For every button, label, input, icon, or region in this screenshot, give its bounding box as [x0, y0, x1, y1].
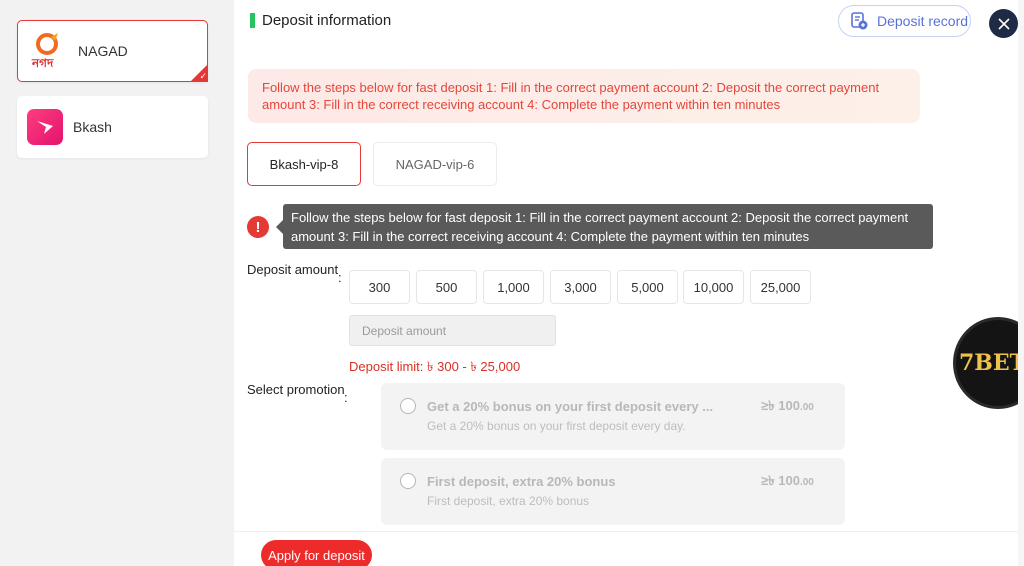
promotion-min-decimal: .00 [799, 477, 814, 488]
promotion-min-decimal: .00 [799, 402, 814, 413]
deposit-amount-input[interactable] [349, 315, 556, 346]
amount-option-1000[interactable]: 1,000 [483, 270, 544, 304]
select-promotion-label: Select promotion [247, 382, 345, 397]
bkash-logo-icon [27, 109, 63, 145]
channel-nagad-vip-6[interactable]: NAGAD-vip-6 [373, 142, 497, 186]
amount-option-500[interactable]: 500 [416, 270, 477, 304]
promotion-subtitle: First deposit, extra 20% bonus [427, 494, 590, 508]
promotion-option[interactable]: Get a 20% bonus on your first deposit ev… [381, 383, 845, 450]
channel-bkash-vip-8[interactable]: Bkash-vip-8 [247, 142, 361, 186]
payment-method-nagad[interactable]: নগদ NAGAD ✓ [17, 20, 208, 82]
payment-method-label: NAGAD [78, 43, 128, 59]
footer-divider [234, 531, 1024, 532]
title-indicator [250, 13, 255, 28]
promotion-option[interactable]: First deposit, extra 20% bonus First dep… [381, 458, 845, 525]
deposit-record-button[interactable]: Deposit record [838, 5, 971, 37]
nagad-logo-icon: নগদ [30, 31, 68, 71]
promotion-radio[interactable] [400, 473, 416, 489]
deposit-panel: Deposit information Deposit record Follo… [234, 0, 1024, 566]
amount-option-10000[interactable]: 10,000 [683, 270, 744, 304]
payment-method-panel: নগদ NAGAD ✓ Bkash [0, 0, 234, 566]
svg-text:নগদ: নগদ [31, 56, 54, 70]
payment-method-bkash[interactable]: Bkash [17, 96, 208, 158]
deposit-limit: Deposit limit: ৳ 300 - ৳ 25,000 [349, 359, 521, 374]
promotion-min-prefix: ≥৳ [761, 473, 775, 488]
promotion-title: First deposit, extra 20% bonus [427, 474, 616, 489]
warning-icon[interactable]: ! [247, 216, 269, 238]
promotion-subtitle: Get a 20% bonus on your first deposit ev… [427, 419, 686, 433]
promotion-min-prefix: ≥৳ [761, 398, 775, 413]
promotion-min-value: 100 [778, 398, 800, 413]
promotion-minimum: ≥৳ 100.00 [761, 397, 814, 418]
amount-option-25000[interactable]: 25,000 [750, 270, 811, 304]
deposit-amount-colon: : [338, 270, 342, 285]
select-promotion-colon: : [344, 390, 348, 405]
close-button[interactable] [989, 9, 1018, 38]
promotion-minimum: ≥৳ 100.00 [761, 472, 814, 493]
promotion-title: Get a 20% bonus on your first deposit ev… [427, 399, 714, 414]
deposit-amount-label: Deposit amount [247, 262, 339, 277]
selected-check-icon: ✓ [190, 64, 208, 82]
promotion-radio[interactable] [400, 398, 416, 414]
brand-logo-text: 7BETB [959, 350, 1024, 376]
payment-method-label: Bkash [73, 119, 112, 135]
promotion-min-value: 100 [778, 473, 800, 488]
amount-option-300[interactable]: 300 [349, 270, 410, 304]
close-icon [997, 17, 1010, 30]
amount-option-3000[interactable]: 3,000 [550, 270, 611, 304]
deposit-record-label: Deposit record [877, 13, 969, 29]
scrollbar[interactable] [1018, 0, 1024, 566]
deposit-tooltip: Follow the steps below for fast deposit … [276, 204, 933, 249]
deposit-notice: Follow the steps below for fast deposit … [248, 69, 920, 123]
apply-deposit-button[interactable]: Apply for deposit [261, 540, 372, 566]
page-title: Deposit information [262, 12, 392, 29]
amount-option-5000[interactable]: 5,000 [617, 270, 678, 304]
record-icon [851, 12, 868, 30]
